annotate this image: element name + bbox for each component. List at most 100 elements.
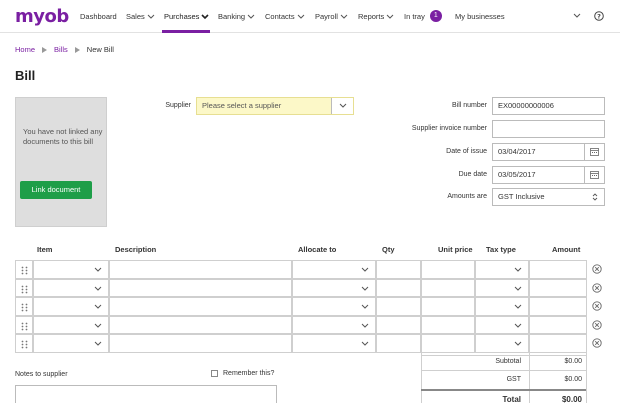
- nav-sales[interactable]: Sales: [126, 12, 155, 21]
- date-of-issue-value: 03/04/2017: [498, 147, 536, 156]
- chevron-down-icon: [297, 14, 304, 19]
- supplier-dropdown-button[interactable]: [331, 98, 353, 114]
- nav-reports[interactable]: Reports: [358, 12, 394, 21]
- unit-price-input[interactable]: [421, 334, 475, 353]
- remove-row-icon[interactable]: [592, 319, 602, 330]
- amount-input[interactable]: [529, 278, 587, 297]
- description-input[interactable]: [109, 278, 292, 297]
- nav-in-tray[interactable]: In tray 1: [404, 10, 442, 22]
- amounts-are-select[interactable]: GST Inclusive: [492, 188, 605, 206]
- totals-divider: [421, 389, 586, 391]
- link-document-button[interactable]: Link document: [20, 181, 92, 199]
- myob-logo[interactable]: myob: [15, 6, 69, 27]
- col-header-item: Item: [37, 245, 53, 254]
- row-drag-handle[interactable]: [15, 315, 33, 334]
- item-select[interactable]: [33, 278, 109, 297]
- qty-input[interactable]: [376, 297, 421, 316]
- bill-number-input[interactable]: EX00000000006: [492, 97, 605, 115]
- breadcrumb-home[interactable]: Home: [15, 45, 35, 54]
- chevron-down-icon[interactable]: [573, 13, 581, 19]
- due-date-input[interactable]: 03/05/2017: [492, 166, 605, 184]
- tax-type-select[interactable]: [475, 315, 529, 334]
- description-input[interactable]: [109, 260, 292, 279]
- breadcrumb-separator-icon: [42, 46, 48, 53]
- tax-type-select[interactable]: [475, 334, 529, 353]
- remove-row-icon[interactable]: [592, 282, 602, 293]
- gst-value: $0.00: [564, 376, 582, 383]
- amount-input[interactable]: [529, 334, 587, 353]
- allocate-to-select[interactable]: [292, 260, 376, 279]
- row-drag-handle[interactable]: [15, 334, 33, 353]
- col-header-qty: Qty: [382, 245, 395, 254]
- unit-price-input[interactable]: [421, 278, 475, 297]
- drag-handle-icon: [21, 322, 28, 330]
- allocate-to-select[interactable]: [292, 315, 376, 334]
- drag-handle-icon: [21, 303, 28, 312]
- chevron-down-icon: [94, 323, 102, 328]
- description-input[interactable]: [109, 297, 292, 316]
- chevron-down-icon: [514, 323, 522, 328]
- amount-input[interactable]: [529, 260, 587, 279]
- amount-input[interactable]: [529, 297, 587, 316]
- notes-textarea[interactable]: [15, 385, 277, 403]
- row-drag-handle[interactable]: [15, 297, 33, 316]
- qty-input[interactable]: [376, 278, 421, 297]
- in-tray-count-badge: 1: [429, 10, 442, 22]
- notes-label: Notes to supplier: [15, 371, 68, 378]
- date-of-issue-label: Date of issue: [446, 148, 487, 155]
- chevron-down-icon: [247, 14, 255, 19]
- remove-row-icon[interactable]: [592, 264, 602, 274]
- amount-input[interactable]: [529, 315, 587, 334]
- active-tab-indicator: [162, 30, 210, 33]
- nav-my-businesses[interactable]: My businesses: [455, 12, 505, 21]
- qty-input[interactable]: [376, 315, 421, 334]
- unit-price-input[interactable]: [421, 315, 475, 334]
- remember-this-checkbox[interactable]: [211, 370, 218, 377]
- calendar-icon: [590, 148, 599, 156]
- drag-handle-icon: [21, 340, 28, 349]
- description-input[interactable]: [109, 315, 292, 334]
- gst-label: GST: [506, 376, 521, 383]
- remove-row-icon[interactable]: [592, 338, 602, 348]
- svg-text:?: ?: [597, 12, 601, 20]
- item-select[interactable]: [33, 315, 109, 334]
- allocate-to-select[interactable]: [292, 334, 376, 353]
- date-of-issue-picker[interactable]: [584, 144, 604, 160]
- nav-banking[interactable]: Banking: [218, 12, 255, 21]
- nav-purchases[interactable]: Purchases: [164, 12, 210, 21]
- breadcrumb-separator-icon: [74, 46, 80, 53]
- date-of-issue-input[interactable]: 03/04/2017: [492, 143, 605, 161]
- remember-this-checkbox-group[interactable]: Remember this?: [211, 370, 274, 377]
- totals-divider: [421, 355, 586, 356]
- allocate-to-select[interactable]: [292, 278, 376, 297]
- tax-type-select[interactable]: [475, 260, 529, 279]
- item-select[interactable]: [33, 297, 109, 316]
- row-drag-handle[interactable]: [15, 260, 33, 279]
- supplier-placeholder: Please select a supplier: [202, 101, 282, 110]
- tax-type-select[interactable]: [475, 297, 529, 316]
- item-select[interactable]: [33, 260, 109, 279]
- nav-payroll[interactable]: Payroll: [315, 12, 348, 21]
- unit-price-input[interactable]: [421, 297, 475, 316]
- amounts-are-value: GST Inclusive: [498, 192, 545, 201]
- qty-input[interactable]: [376, 260, 421, 279]
- chevron-down-icon: [361, 286, 369, 291]
- due-date-picker[interactable]: [584, 167, 604, 183]
- table-row: [15, 297, 605, 316]
- unit-price-input[interactable]: [421, 260, 475, 279]
- supplier-invoice-input[interactable]: [492, 120, 605, 138]
- nav-dashboard[interactable]: Dashboard: [80, 12, 117, 21]
- total-label: Total: [502, 395, 521, 403]
- subtotal-label: Subtotal: [495, 358, 521, 365]
- help-icon[interactable]: ?: [594, 11, 604, 21]
- row-drag-handle[interactable]: [15, 278, 33, 297]
- item-select[interactable]: [33, 334, 109, 353]
- nav-contacts[interactable]: Contacts: [265, 12, 305, 21]
- tax-type-select[interactable]: [475, 278, 529, 297]
- supplier-select[interactable]: Please select a supplier: [196, 97, 354, 115]
- remove-row-icon[interactable]: [592, 301, 602, 311]
- breadcrumb-bills[interactable]: Bills: [54, 45, 68, 54]
- description-input[interactable]: [109, 334, 292, 353]
- qty-input[interactable]: [376, 334, 421, 353]
- allocate-to-select[interactable]: [292, 297, 376, 316]
